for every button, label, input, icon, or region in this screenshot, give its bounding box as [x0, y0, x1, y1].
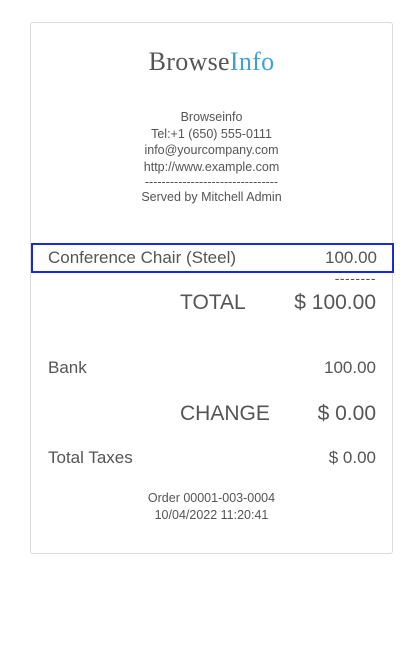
- order-line-selected[interactable]: Conference Chair (Steel) 100.00: [31, 243, 394, 273]
- company-website: http://www.example.com: [143, 159, 280, 174]
- order-footer: Order 00001-003-0004 10/04/2022 11:20:41: [31, 490, 392, 524]
- change-value: $ 0.00: [317, 402, 376, 425]
- served-by: Served by Mitchell Admin: [141, 190, 282, 204]
- order-datetime: 10/04/2022 11:20:41: [154, 508, 269, 522]
- header-separator: --------------------------------: [144, 175, 279, 189]
- taxes-value: $ 0.00: [328, 448, 376, 467]
- payment-method: Bank: [48, 358, 87, 377]
- order-reference: Order 00001-003-0004: [147, 491, 276, 505]
- pos-receipt: BrowseInfo Browseinfo Tel:+1 (650) 555-0…: [30, 22, 394, 554]
- order-line-product-name: Conference Chair (Steel): [48, 248, 237, 267]
- company-name: Browseinfo: [180, 110, 243, 124]
- company-email: info@yourcompany.com: [144, 143, 279, 157]
- logo-text-part1: Browse: [148, 47, 230, 76]
- company-phone: Tel:+1 (650) 555-0111: [151, 126, 272, 141]
- payment-amount: 100.00: [324, 358, 376, 377]
- company-logo: BrowseInfo: [31, 47, 392, 77]
- company-info: Browseinfo Tel:+1 (650) 555-0111 info@yo…: [31, 109, 392, 206]
- order-line-price: 100.00: [325, 248, 377, 267]
- total-label: TOTAL: [180, 291, 246, 314]
- change-label: CHANGE: [180, 402, 270, 425]
- total-value: $ 100.00: [294, 291, 376, 314]
- taxes-label: Total Taxes: [48, 448, 133, 467]
- logo-text-part2: Info: [229, 47, 275, 76]
- subtotal-separator: --------: [334, 270, 376, 286]
